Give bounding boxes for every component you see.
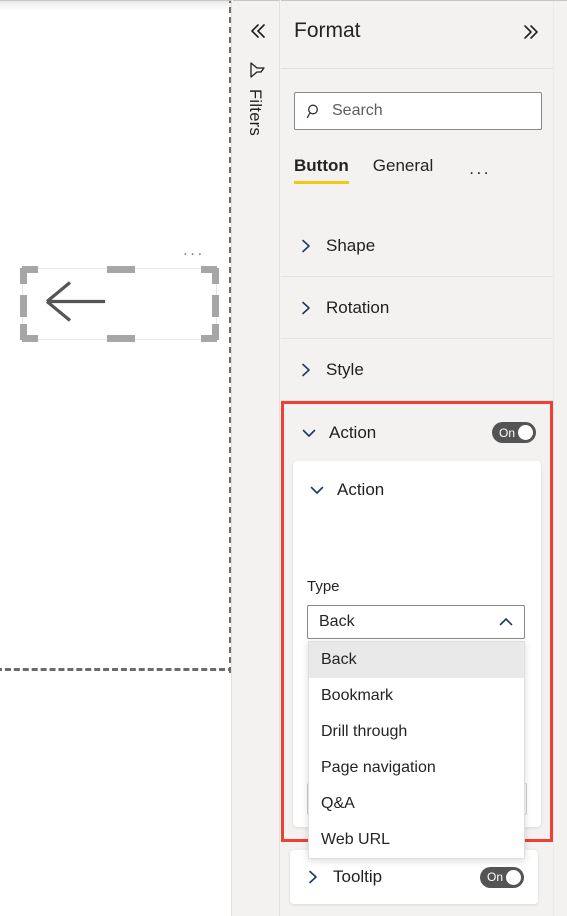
search-input[interactable] [323,93,541,129]
tabs-more-options-button[interactable]: ... [469,156,491,177]
page-boundary-right [229,1,231,673]
search-box[interactable] [294,92,542,130]
chevron-up-icon[interactable] [497,613,515,631]
format-pane-header: Format [281,1,553,69]
action-type-option-list[interactable]: Back Bookmark Drill through Page navigat… [308,641,525,859]
tooltip-toggle-label: On [487,870,504,884]
format-pane-tabs: Button General ... [294,156,544,190]
option-web-url[interactable]: Web URL [309,822,524,858]
double-chevron-right-icon[interactable] [517,18,545,46]
resize-handle-nw-v[interactable] [20,268,27,284]
search-icon [305,102,323,120]
page-title: Format [294,19,361,42]
type-field-label: Type [307,578,340,595]
filter-funnel-icon [246,59,268,81]
option-page-navigation[interactable]: Page navigation [309,750,524,786]
section-shape-label: Shape [326,235,376,255]
section-action-label: Action [329,422,377,442]
resize-handle-e[interactable] [212,295,219,317]
action-toggle-knob [518,425,533,440]
power-bi-report-editor: ... Filters Format Search Button General… [0,0,567,916]
section-style[interactable]: Style [281,339,553,401]
action-type-value: Back [319,613,355,630]
subsection-action[interactable]: Action [293,473,384,507]
chevron-right-icon [296,360,316,380]
chevron-right-icon [296,236,316,256]
filters-pane-collapsed[interactable]: Filters [233,0,280,916]
resize-handle-s[interactable] [107,335,135,342]
double-chevron-left-icon[interactable] [244,18,270,44]
resize-handle-sw-v[interactable] [20,324,27,340]
action-toggle-label: On [499,425,516,440]
resize-handle-w[interactable] [20,295,27,317]
resize-handle-ne-v[interactable] [212,268,219,284]
visual-more-options-button[interactable]: ... [183,241,205,258]
resize-handle-n[interactable] [107,266,135,273]
subsection-action-label: Action [337,480,385,499]
resize-handle-se-v[interactable] [212,324,219,340]
chevron-down-icon [307,480,327,500]
report-canvas[interactable]: ... [0,0,232,916]
action-section-highlight: Action On Action Type Back Back Bookmark… [281,401,553,859]
section-shape[interactable]: Shape [281,215,553,277]
chevron-down-icon [299,423,319,443]
action-settings-card: Action Type Back fx [293,461,541,859]
section-rotation[interactable]: Rotation [281,277,553,339]
page-boundary-bottom [0,668,231,671]
back-button-visual[interactable] [20,266,219,342]
chevron-right-icon [296,298,316,318]
format-pane: Format Button General [281,0,567,916]
option-drill-through[interactable]: Drill through [309,714,524,750]
format-pane-content: Format Button General [281,1,553,916]
action-type-dropdown[interactable]: Back [307,605,525,639]
left-arrow-icon [43,280,109,329]
option-back[interactable]: Back [309,642,524,678]
section-rotation-label: Rotation [326,297,390,317]
canvas-top-shade [0,1,231,11]
option-qanda[interactable]: Q&A [309,786,524,822]
tooltip-toggle[interactable]: On [480,866,524,888]
section-tooltip-label: Tooltip [333,867,383,886]
section-style-label: Style [326,359,364,379]
format-pane-scrollbar[interactable] [553,1,567,916]
filters-pane-label: Filters [246,89,264,137]
chevron-right-icon [303,867,323,887]
tab-button[interactable]: Button [294,156,349,184]
action-toggle[interactable]: On [492,422,536,443]
tooltip-toggle-knob [506,869,521,885]
option-bookmark[interactable]: Bookmark [309,678,524,714]
tab-general[interactable]: General [373,156,433,184]
section-action[interactable]: Action On [284,404,550,461]
